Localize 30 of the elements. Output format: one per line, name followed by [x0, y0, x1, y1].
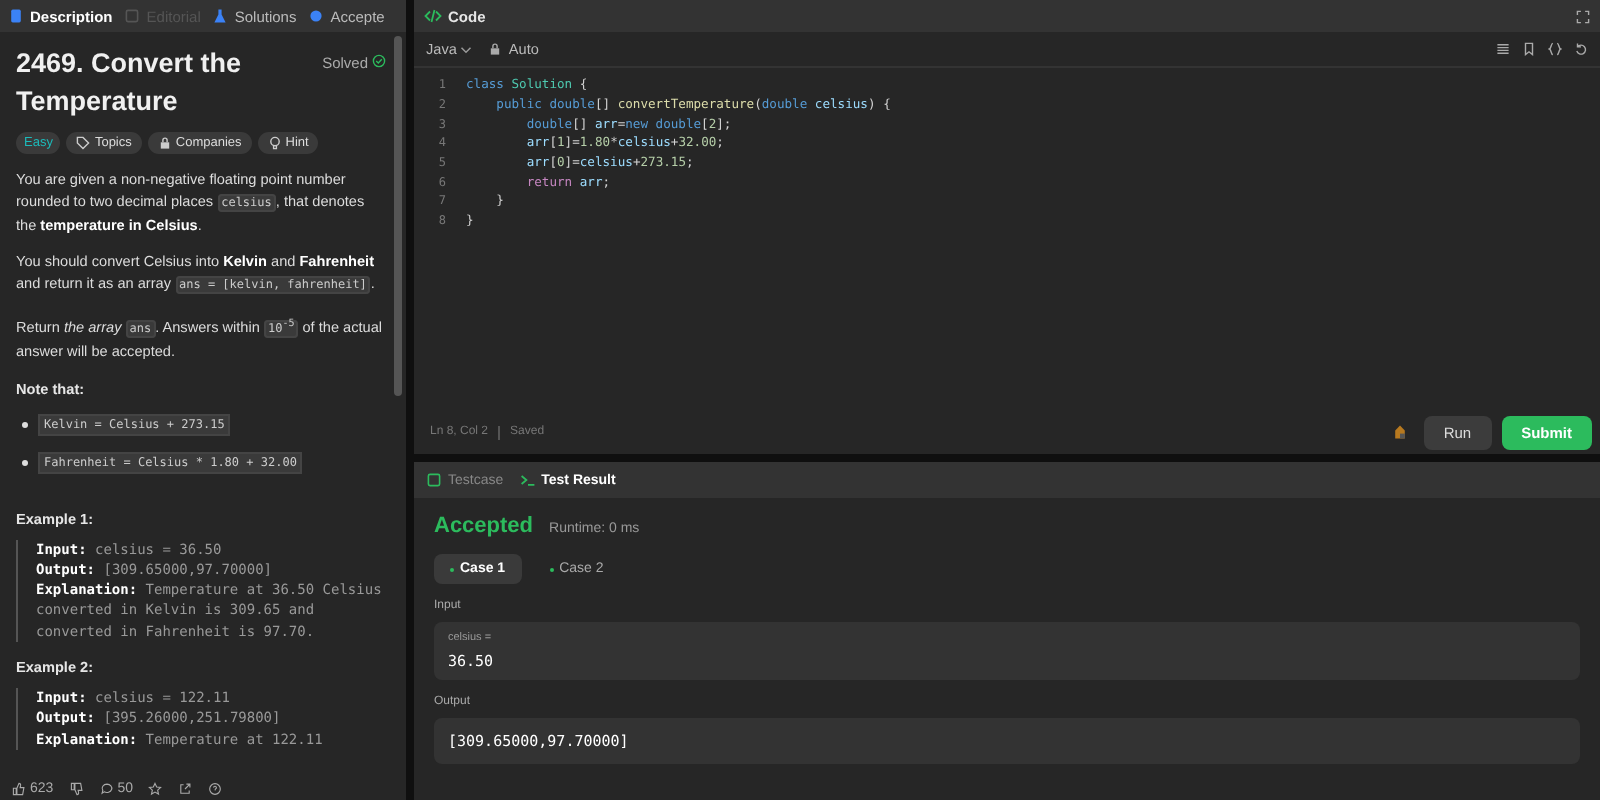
- help-icon[interactable]: [208, 781, 223, 795]
- caret-icon: [460, 43, 473, 55]
- circle-icon: [308, 8, 325, 24]
- dislike-icon[interactable]: [69, 781, 84, 795]
- tag-icon: [76, 136, 91, 150]
- verdict-text: Accepted: [434, 514, 534, 538]
- lock-icon: [157, 136, 172, 150]
- bullet-icon: [22, 459, 28, 466]
- code-icon: [424, 8, 442, 24]
- list-icon[interactable]: [1496, 42, 1510, 56]
- lightbulb-icon: [267, 136, 282, 150]
- flask-icon: [212, 8, 229, 24]
- star-icon[interactable]: [148, 781, 163, 795]
- bullet-icon: [22, 421, 28, 428]
- bookmark-icon[interactable]: [1522, 42, 1536, 56]
- speech-bubble-icon: [99, 781, 114, 795]
- check-circle-icon: [372, 54, 386, 68]
- thumbs-up-icon: [12, 781, 26, 795]
- share-icon[interactable]: [178, 781, 193, 795]
- document-icon: [8, 8, 24, 24]
- square-icon: [426, 472, 442, 488]
- scrollbar[interactable]: [394, 36, 402, 396]
- fullscreen-icon[interactable]: [1576, 9, 1590, 23]
- debug-icon[interactable]: [1391, 424, 1408, 440]
- lock-icon: [488, 42, 503, 56]
- terminal-icon: [519, 472, 536, 488]
- square-icon: [124, 8, 141, 24]
- reset-icon[interactable]: [1574, 42, 1588, 56]
- problem-title: 2469. Convert the Temperature: [16, 46, 244, 120]
- braces-icon[interactable]: [1548, 42, 1562, 56]
